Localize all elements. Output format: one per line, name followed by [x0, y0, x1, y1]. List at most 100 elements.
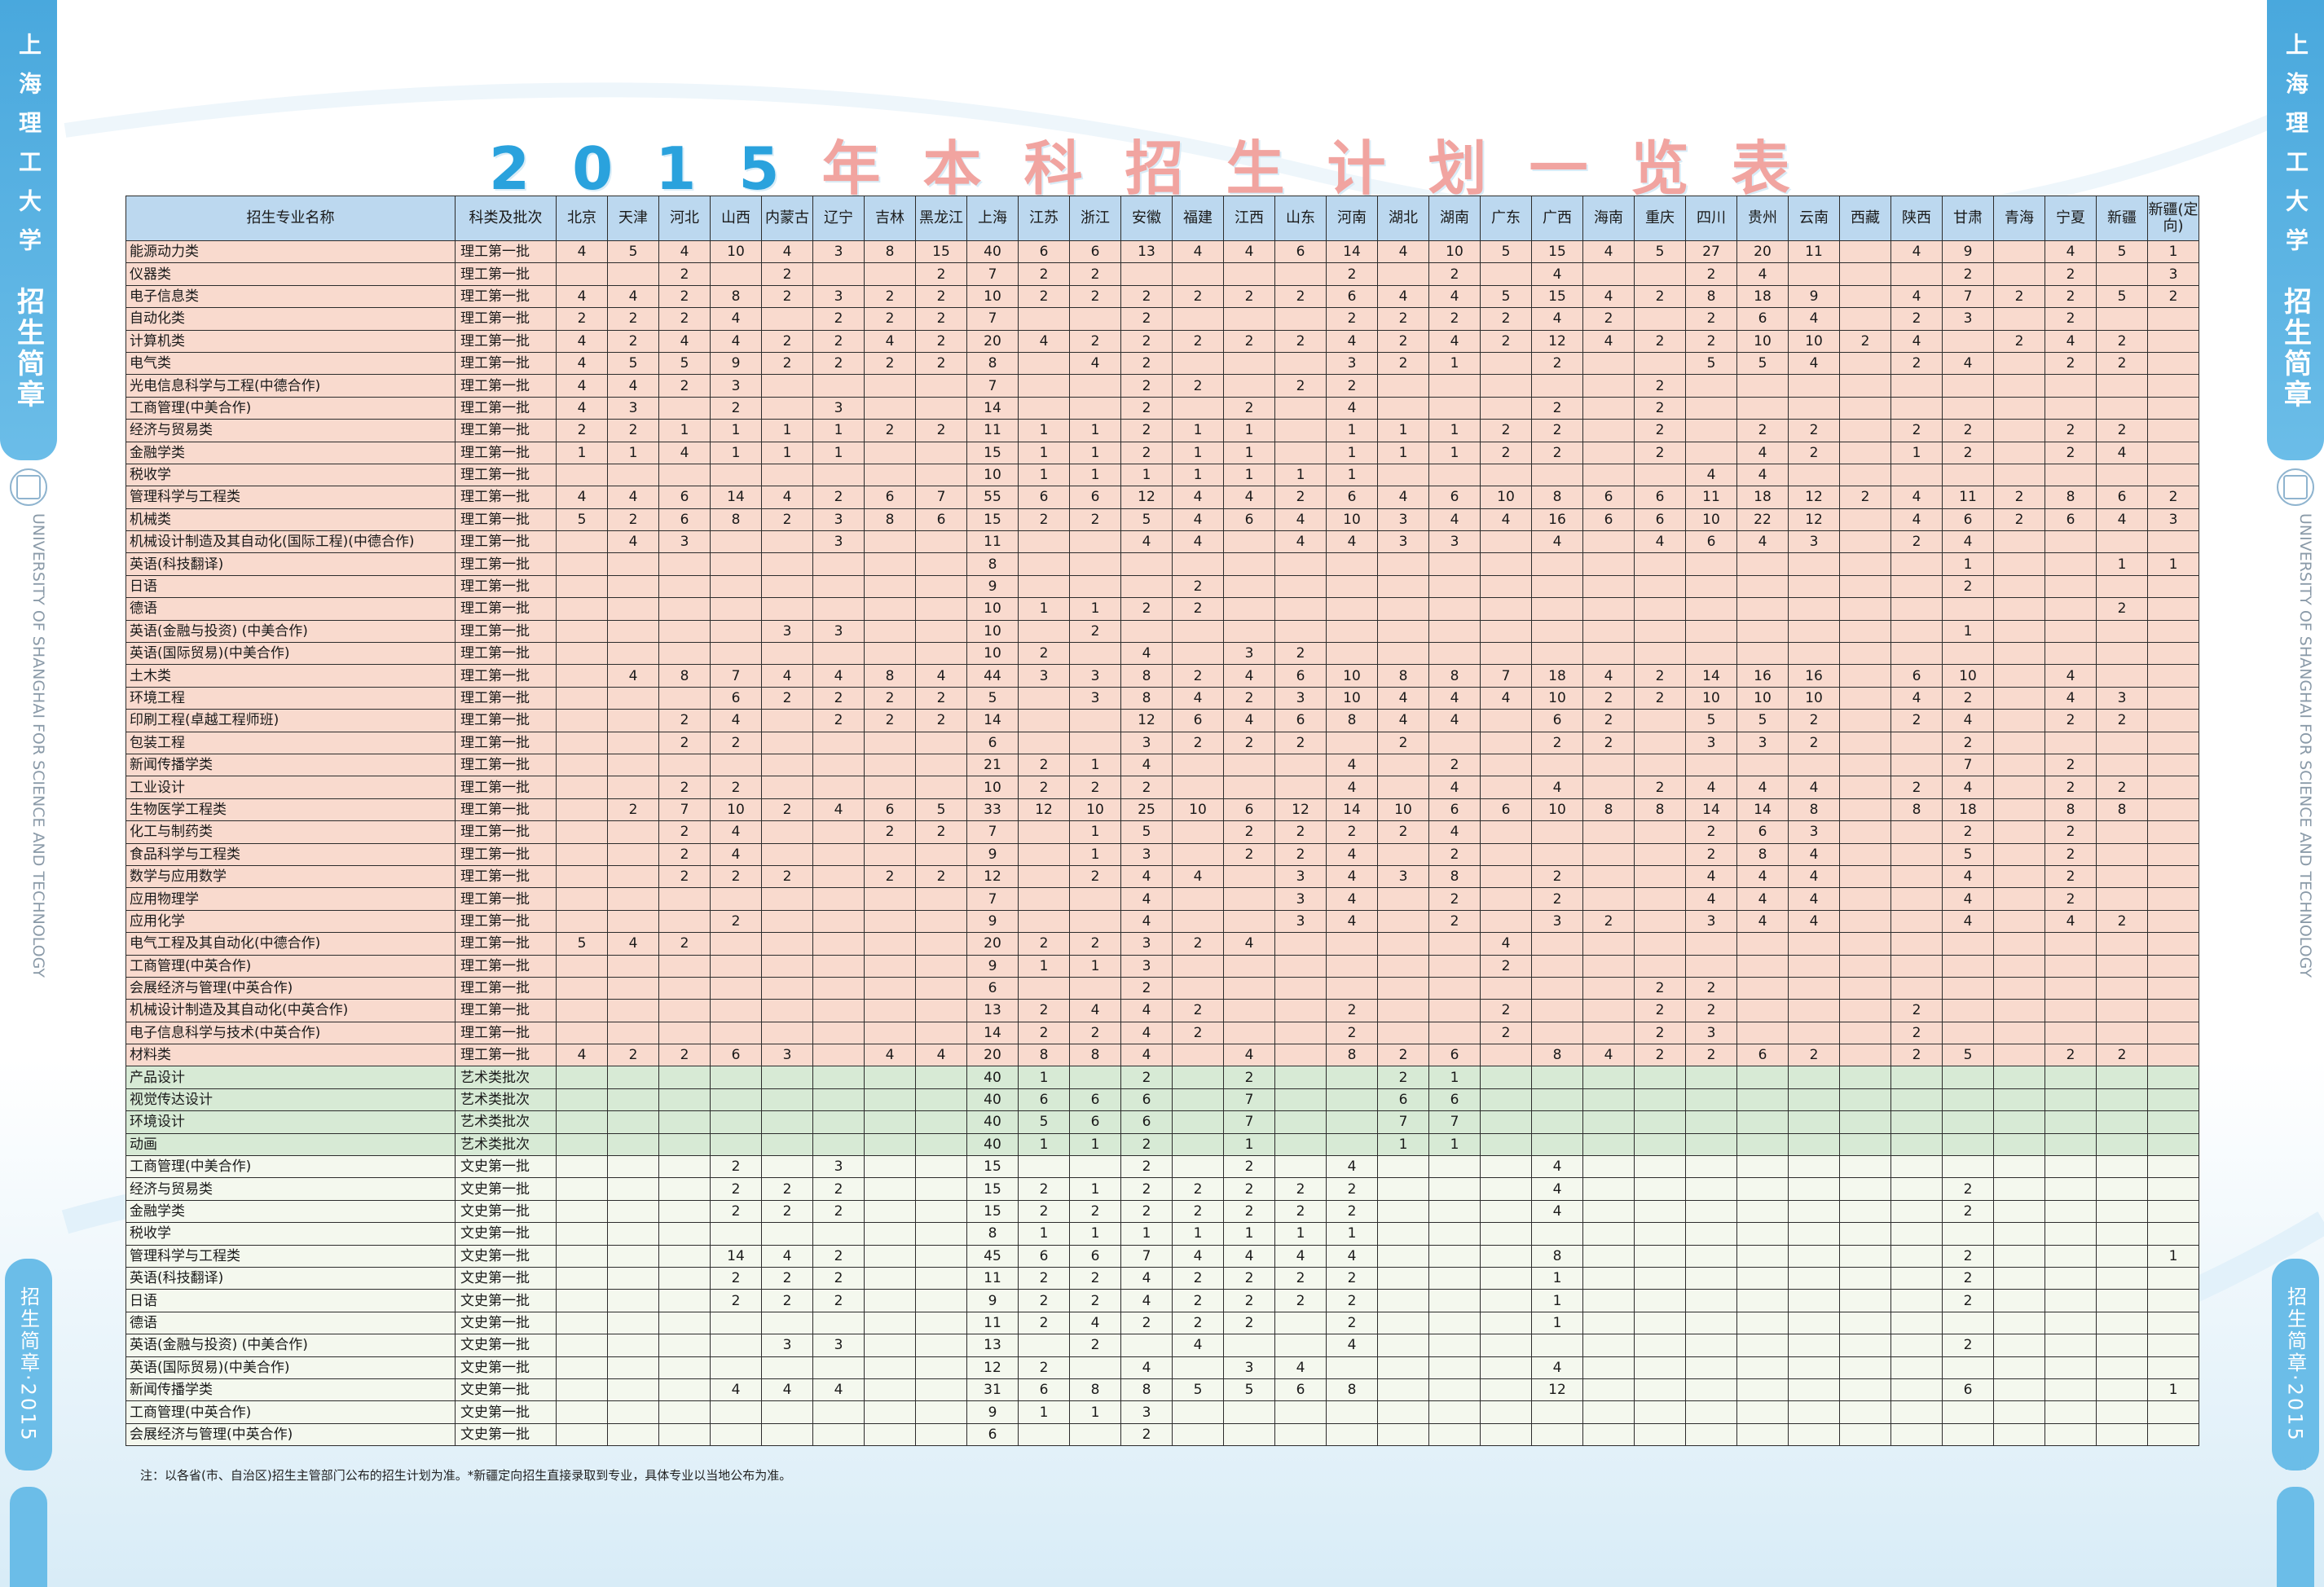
- quota-cell: [1582, 820, 1635, 844]
- quota-cell: [812, 1400, 865, 1424]
- quota-cell: [1582, 932, 1635, 956]
- quota-cell: [1531, 976, 1583, 1000]
- quota-cell: [2045, 1334, 2097, 1357]
- quota-cell: [1839, 664, 1891, 688]
- quota-cell: [1069, 374, 1121, 398]
- quota-cell: 8: [1736, 842, 1789, 866]
- table-row: 税收学 文史第一批 8 1 1 1 1 1 1 1: [125, 1222, 2199, 1246]
- quota-cell: [1890, 1311, 1943, 1335]
- quota-cell: 2: [1223, 686, 1275, 710]
- quota-cell: [2045, 1199, 2097, 1224]
- major-name-cell: 经济与贸易类: [125, 1177, 456, 1201]
- quota-cell: 11: [966, 419, 1019, 442]
- quota-cell: [607, 1266, 659, 1290]
- quota-cell: 2: [1172, 731, 1224, 754]
- quota-cell: [1993, 1289, 2045, 1312]
- quota-cell: [915, 1066, 967, 1089]
- quota-cell: 40: [966, 1088, 1019, 1112]
- quota-cell: 2: [1890, 709, 1943, 732]
- quota-cell: [864, 954, 916, 978]
- quota-cell: 3: [1428, 530, 1481, 554]
- quota-cell: [1839, 1311, 1891, 1335]
- quota-cell: [658, 597, 711, 621]
- quota-cell: 2: [2045, 307, 2097, 331]
- quota-cell: 4: [1377, 486, 1429, 509]
- quota-cell: [1326, 932, 1378, 956]
- quota-cell: [812, 820, 865, 844]
- quota-cell: [2096, 1110, 2148, 1134]
- quota-cell: [1736, 1400, 1789, 1424]
- quota-cell: [658, 999, 711, 1022]
- quota-cell: 4: [1428, 329, 1481, 353]
- quota-cell: [1993, 351, 2045, 376]
- header-province: 新疆: [2096, 196, 2148, 241]
- title-char: 表: [1731, 134, 1833, 203]
- quota-cell: [1480, 619, 1532, 644]
- quota-cell: 4: [1531, 1356, 1583, 1379]
- quota-cell: [1531, 820, 1583, 844]
- quota-cell: 40: [966, 1066, 1019, 1089]
- quota-cell: [1428, 396, 1481, 420]
- quota-cell: 3: [658, 530, 711, 554]
- quota-cell: [1993, 441, 2045, 464]
- quota-cell: 12: [1120, 486, 1173, 509]
- quota-cell: 45: [966, 1244, 1019, 1268]
- quota-cell: [2147, 1356, 2199, 1379]
- quota-cell: [1069, 396, 1121, 420]
- quota-cell: 4: [1736, 864, 1789, 889]
- quota-cell: [2147, 1334, 2199, 1357]
- quota-cell: [1993, 396, 2045, 420]
- quota-cell: 4: [1942, 909, 1994, 934]
- quota-cell: [1890, 1244, 1943, 1268]
- quota-cell: 7: [1942, 753, 1994, 777]
- quota-cell: [915, 574, 967, 599]
- quota-cell: [1839, 864, 1891, 889]
- admission-guide-vertical: 招生简章: [11, 287, 45, 411]
- quota-cell: [710, 954, 762, 978]
- quota-cell: 25: [1120, 798, 1173, 822]
- quota-cell: [2147, 374, 2199, 398]
- quota-cell: 27: [1685, 240, 1737, 264]
- quota-cell: 2: [1480, 329, 1532, 353]
- quota-cell: [1377, 976, 1429, 1000]
- quota-cell: 1: [1018, 954, 1070, 978]
- quota-cell: 1: [1018, 463, 1070, 487]
- quota-cell: 20: [966, 329, 1019, 353]
- quota-cell: [2045, 1356, 2097, 1379]
- quota-cell: [2147, 1199, 2199, 1224]
- quota-cell: 2: [1223, 1311, 1275, 1335]
- quota-cell: [556, 1422, 608, 1447]
- quota-cell: 1: [1377, 441, 1429, 464]
- quota-cell: [1172, 396, 1224, 420]
- quota-cell: 1: [1428, 1066, 1481, 1089]
- quota-cell: [1993, 864, 2045, 889]
- quota-cell: [1839, 508, 1891, 532]
- quota-cell: 4: [1736, 463, 1789, 487]
- quota-cell: [607, 1021, 659, 1045]
- quota-cell: [1480, 753, 1532, 777]
- quota-cell: [1788, 1400, 1840, 1424]
- quota-cell: 4: [1942, 864, 1994, 889]
- quota-cell: 4: [710, 842, 762, 866]
- major-name-cell: 食品科学与工程类: [125, 842, 456, 866]
- quota-cell: [1377, 1199, 1429, 1224]
- left-bar-foot: [10, 1487, 47, 1587]
- quota-cell: 6: [1069, 486, 1121, 509]
- quota-cell: [915, 441, 967, 464]
- quota-cell: [864, 396, 916, 420]
- quota-cell: 2: [761, 508, 813, 532]
- quota-cell: [1839, 552, 1891, 576]
- quota-cell: 2: [1685, 999, 1737, 1022]
- quota-cell: 6: [1531, 709, 1583, 732]
- quota-cell: 2: [1069, 864, 1121, 889]
- quota-cell: [1839, 932, 1891, 956]
- quota-cell: [1377, 1244, 1429, 1268]
- major-name-cell: 日语: [125, 1289, 456, 1312]
- quota-cell: [1018, 976, 1070, 1000]
- quota-cell: 10: [1326, 508, 1378, 532]
- quota-cell: [1274, 619, 1327, 644]
- quota-cell: [607, 820, 659, 844]
- quota-cell: [1582, 999, 1635, 1022]
- batch-cell: 理工第一批: [455, 574, 557, 599]
- quota-cell: 3: [761, 1044, 813, 1067]
